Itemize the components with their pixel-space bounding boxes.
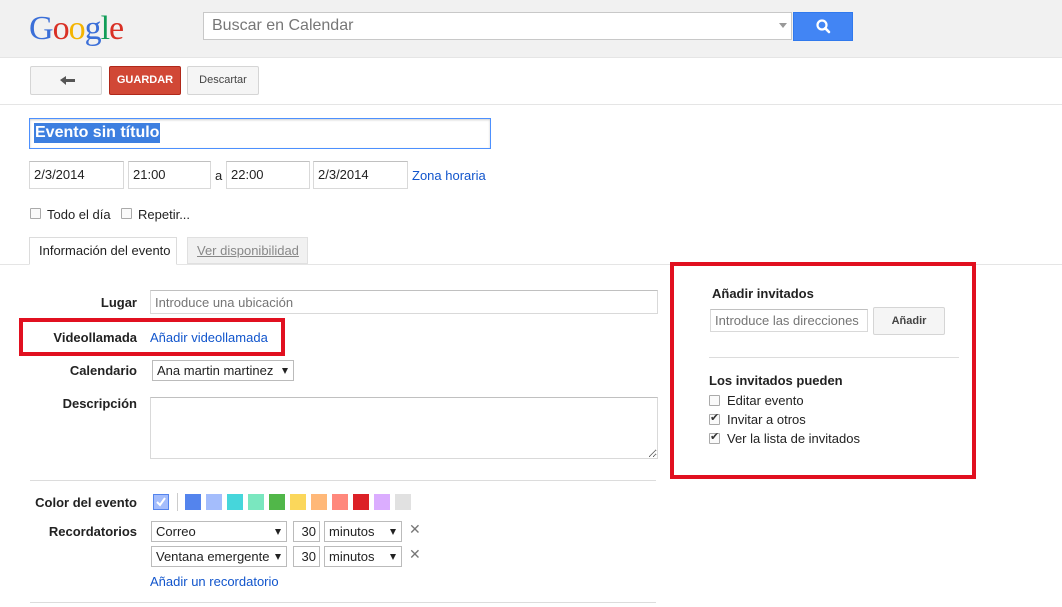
reminder-2-unit-select[interactable]: minutos bbox=[324, 546, 402, 567]
tab-event-info[interactable]: Información del evento bbox=[29, 237, 177, 265]
chevron-down-icon bbox=[390, 529, 396, 535]
timezone-link[interactable]: Zona horaria bbox=[412, 168, 486, 183]
bottom-divider bbox=[30, 602, 656, 603]
reminder-2-amount-input[interactable]: 30 bbox=[293, 546, 320, 567]
color-swatch[interactable] bbox=[185, 494, 201, 510]
swatch-separator bbox=[177, 493, 178, 511]
discard-button[interactable]: Descartar bbox=[187, 66, 259, 95]
start-time-field[interactable]: 21:00 bbox=[128, 161, 211, 189]
color-swatch[interactable] bbox=[332, 494, 348, 510]
color-swatch[interactable] bbox=[374, 494, 390, 510]
description-label: Descripción bbox=[62, 396, 137, 411]
section-divider bbox=[30, 480, 656, 481]
end-time-field[interactable]: 22:00 bbox=[226, 161, 310, 189]
event-title-text: Evento sin título bbox=[34, 123, 161, 143]
color-swatch[interactable] bbox=[269, 494, 285, 510]
color-swatch[interactable] bbox=[227, 494, 243, 510]
color-swatch[interactable] bbox=[311, 494, 327, 510]
calendar-select-value: Ana martin martinez bbox=[157, 363, 274, 378]
chevron-down-icon bbox=[390, 554, 396, 560]
reminder-1-remove-icon[interactable]: ✕ bbox=[409, 521, 421, 538]
calendar-select[interactable]: Ana martin martinez bbox=[152, 360, 294, 381]
chevron-down-icon bbox=[275, 529, 281, 535]
start-date-field[interactable]: 2/3/2014 bbox=[29, 161, 124, 189]
chevron-down-icon bbox=[282, 368, 288, 374]
search-button[interactable] bbox=[793, 12, 853, 41]
reminder-1-unit-value: minutos bbox=[329, 524, 375, 539]
reminder-2-type-value: Ventana emergente bbox=[156, 549, 270, 564]
color-swatch-selected[interactable] bbox=[153, 494, 169, 510]
event-title-input[interactable]: Evento sin título bbox=[29, 118, 491, 149]
videocall-label: Videollamada bbox=[53, 330, 137, 345]
reminders-label: Recordatorios bbox=[48, 524, 137, 539]
color-swatch[interactable] bbox=[395, 494, 411, 510]
event-color-label: Color del evento bbox=[35, 495, 137, 510]
add-guests-title: Añadir invitados bbox=[712, 286, 814, 301]
reminder-1-type-value: Correo bbox=[156, 524, 196, 539]
google-logo[interactable]: Google bbox=[29, 9, 124, 49]
search-input[interactable] bbox=[204, 13, 772, 39]
location-label: Lugar bbox=[100, 295, 137, 310]
back-arrow-icon bbox=[60, 76, 75, 85]
save-button[interactable]: GUARDAR bbox=[109, 66, 181, 95]
description-textarea[interactable] bbox=[150, 397, 658, 459]
reminder-1-type-select[interactable]: Correo bbox=[151, 521, 287, 542]
end-date-field[interactable]: 2/3/2014 bbox=[313, 161, 408, 189]
reminder-2-unit-value: minutos bbox=[329, 549, 375, 564]
color-swatch[interactable] bbox=[206, 494, 222, 510]
add-videocall-link[interactable]: Añadir videollamada bbox=[150, 330, 268, 345]
reminder-1-unit-select[interactable]: minutos bbox=[324, 521, 402, 542]
reminder-2-type-select[interactable]: Ventana emergente bbox=[151, 546, 287, 567]
calendar-label: Calendario bbox=[69, 363, 137, 378]
guests-divider bbox=[709, 357, 959, 358]
color-swatch[interactable] bbox=[248, 494, 264, 510]
perm-edit-event-label: Editar evento bbox=[727, 393, 804, 408]
color-swatch[interactable] bbox=[290, 494, 306, 510]
repeat-checkbox[interactable] bbox=[121, 208, 132, 219]
guest-email-input[interactable] bbox=[710, 309, 868, 332]
to-label: a bbox=[215, 168, 223, 183]
location-input[interactable] bbox=[150, 290, 658, 314]
guest-permissions-title: Los invitados pueden bbox=[709, 373, 843, 388]
chevron-down-icon bbox=[275, 554, 281, 560]
add-guest-button[interactable]: Añadir bbox=[873, 307, 945, 335]
perm-invite-others-checkbox[interactable] bbox=[709, 411, 720, 425]
reminder-1-amount-input[interactable]: 30 bbox=[293, 521, 320, 542]
repeat-label: Repetir... bbox=[138, 207, 191, 222]
all-day-checkbox[interactable] bbox=[30, 208, 41, 219]
tab-availability[interactable]: Ver disponibilidad bbox=[187, 237, 308, 264]
back-button[interactable] bbox=[30, 66, 102, 95]
search-box bbox=[203, 12, 792, 40]
toolbar-divider bbox=[0, 104, 1062, 105]
checkmark-icon bbox=[156, 497, 166, 507]
search-options-dropdown-icon[interactable] bbox=[779, 23, 787, 28]
all-day-label: Todo el día bbox=[47, 207, 111, 222]
color-swatch[interactable] bbox=[353, 494, 369, 510]
perm-see-guests-checkbox[interactable] bbox=[709, 430, 720, 444]
perm-invite-others-label: Invitar a otros bbox=[727, 412, 806, 427]
magnifier-icon bbox=[816, 19, 831, 34]
add-reminder-link[interactable]: Añadir un recordatorio bbox=[150, 574, 279, 589]
reminder-2-remove-icon[interactable]: ✕ bbox=[409, 546, 421, 563]
perm-see-guests-label: Ver la lista de invitados bbox=[727, 431, 860, 446]
perm-edit-event-checkbox[interactable] bbox=[709, 395, 720, 406]
